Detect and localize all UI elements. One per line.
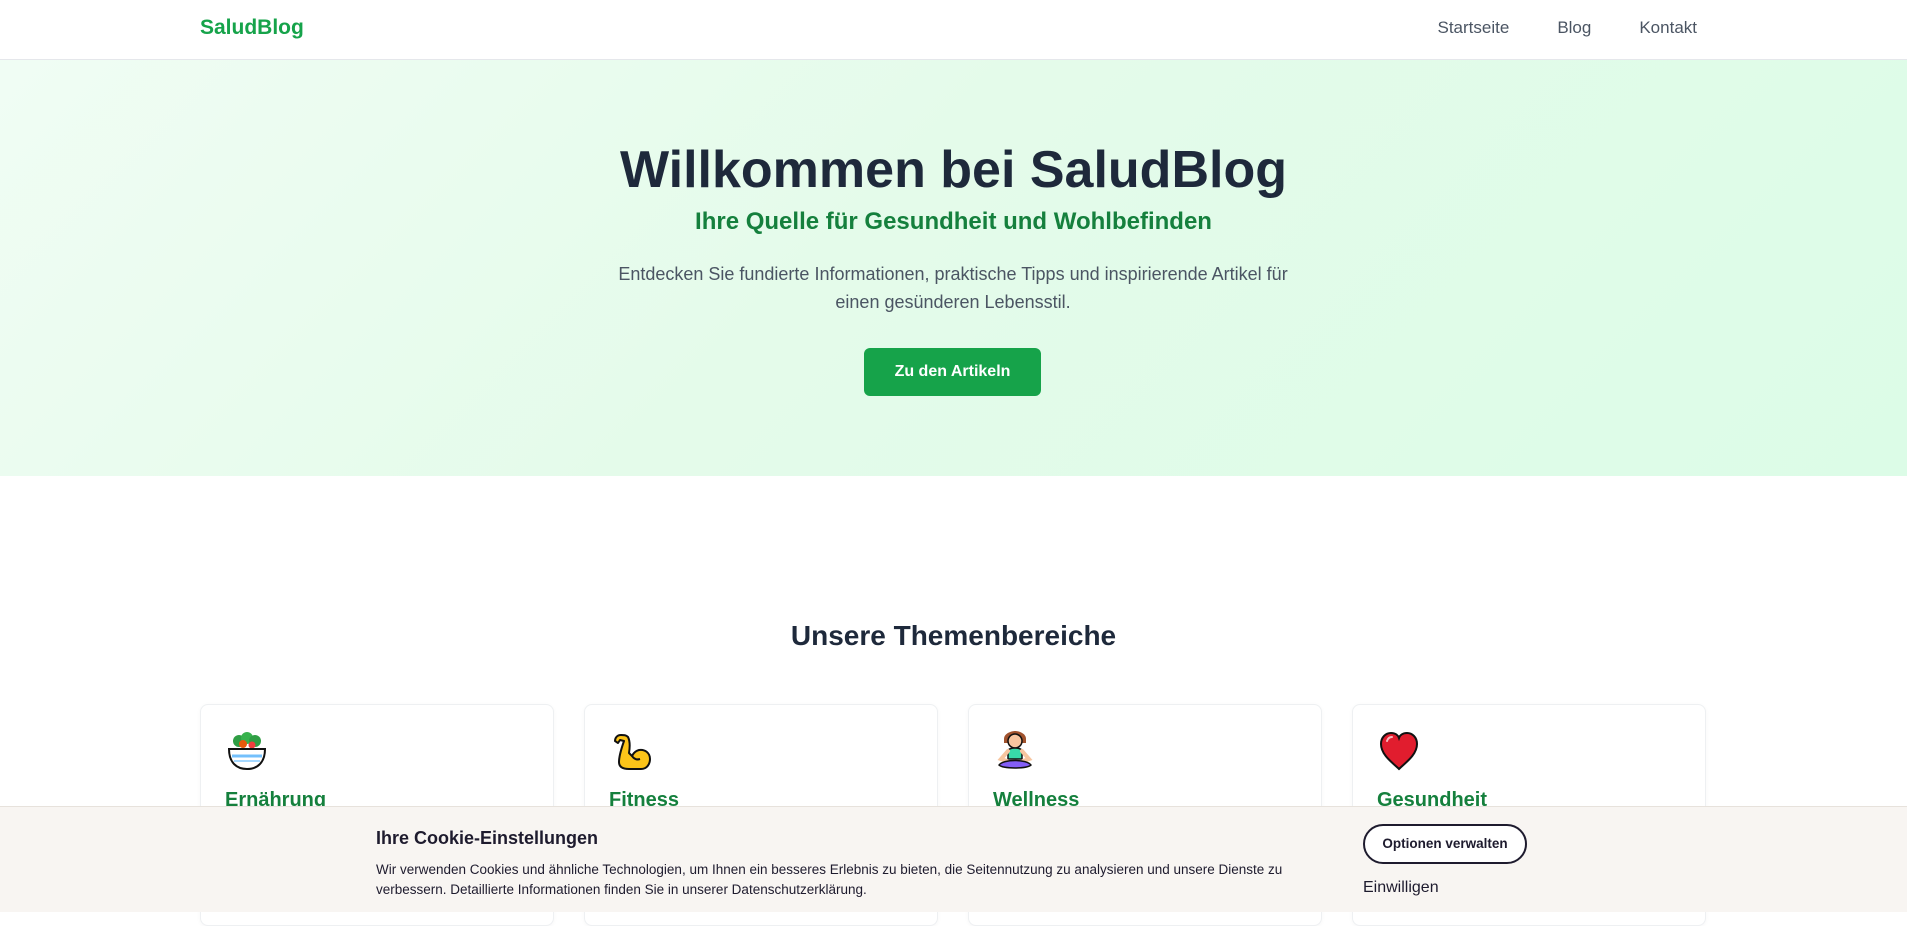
accept-cookies-button[interactable]: Einwilligen <box>1363 879 1439 897</box>
topics-title: Unsere Themenbereiche <box>790 620 1117 651</box>
hero-section: Willkommen bei SaludBlog Ihre Quelle für… <box>0 60 1907 476</box>
nav-link-startseite[interactable]: Startseite <box>1438 18 1510 38</box>
flexed-biceps-icon <box>614 734 651 770</box>
cookie-banner: Ihre Cookie-Einstellungen Wir verwenden … <box>0 806 1907 912</box>
cookie-title: Ihre Cookie-Einstellungen <box>376 828 599 848</box>
articles-button[interactable]: Zu den Artikeln <box>864 348 1041 396</box>
salad-icon <box>227 732 267 771</box>
hero-description: Entdecken Sie fundierte Informationen, p… <box>618 264 1288 312</box>
nav-link-blog[interactable]: Blog <box>1557 18 1591 38</box>
cookie-text: Wir verwenden Cookies und ähnliche Techn… <box>376 862 1283 897</box>
manage-options-button[interactable]: Optionen verwalten <box>1363 824 1527 864</box>
hero-title: Willkommen bei SaludBlog <box>620 141 1287 199</box>
nav-links: Startseite Blog Kontakt <box>1438 18 1698 38</box>
top-navbar: SaludBlog Startseite Blog Kontakt <box>0 0 1907 60</box>
hero-subtitle: Ihre Quelle für Gesundheit und Wohlbefin… <box>695 208 1212 235</box>
brand-logo[interactable]: SaludBlog <box>200 16 304 40</box>
meditation-icon <box>997 731 1033 769</box>
heart-icon <box>1379 731 1419 771</box>
nav-link-kontakt[interactable]: Kontakt <box>1639 18 1697 38</box>
